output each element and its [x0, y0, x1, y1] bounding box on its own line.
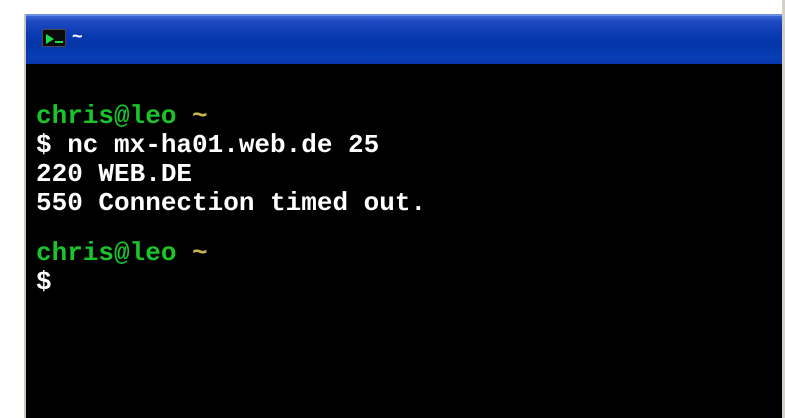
output-line: 550 Connection timed out.	[36, 188, 427, 218]
terminal-window: ~ chris@leo ~ $ nc mx-ha01.web.de 25 220…	[24, 14, 785, 418]
prompt-line: chris@leo ~	[36, 102, 785, 131]
window-title: ~	[72, 26, 83, 46]
console-output[interactable]: chris@leo ~ $ nc mx-ha01.web.de 25 220 W…	[36, 102, 785, 297]
title-bar-edge	[26, 58, 785, 64]
input-prompt[interactable]: $	[36, 268, 785, 297]
console-icon[interactable]	[42, 29, 66, 47]
title-bar[interactable]: ~	[26, 14, 785, 58]
prompt-path: ~	[192, 101, 208, 131]
command-line: $ nc mx-ha01.web.de 25	[36, 130, 380, 160]
prompt-path: ~	[192, 238, 208, 268]
output-line: 220 WEB.DE	[36, 159, 193, 189]
prompt-user: chris@leo	[36, 101, 177, 131]
prompt-line: chris@leo ~	[36, 239, 785, 268]
prompt-user: chris@leo	[36, 238, 177, 268]
